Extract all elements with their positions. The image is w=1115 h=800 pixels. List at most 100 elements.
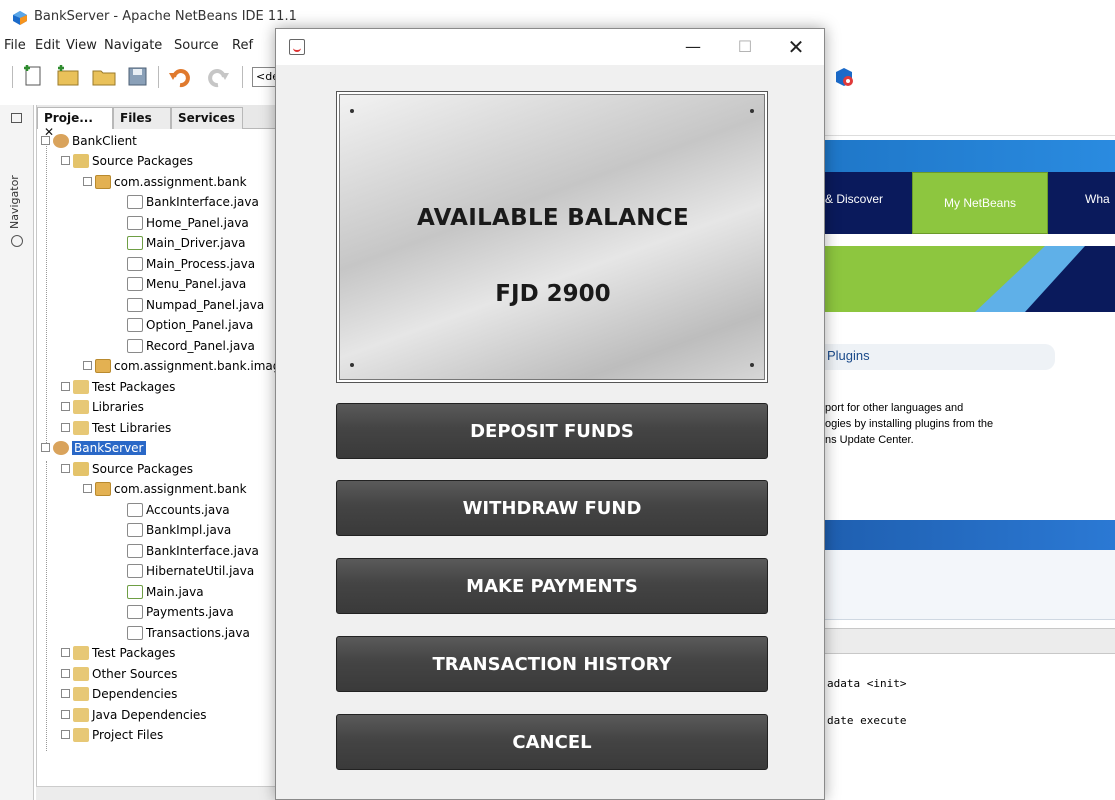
tree-node[interactable]: Home_Panel.java <box>127 213 249 233</box>
tree-node[interactable]: Main.java <box>127 582 204 602</box>
project-icon <box>53 133 69 148</box>
tree-node[interactable]: Other Sources <box>61 664 177 684</box>
make-payments-button[interactable]: MAKE PAYMENTS <box>336 558 768 614</box>
dialog-title-bar[interactable]: — ☐ ✕ <box>276 29 824 65</box>
menu-view[interactable]: View <box>66 38 97 53</box>
tree-node[interactable]: Project Files <box>61 725 163 745</box>
tree-node[interactable]: BankInterface.java <box>127 541 259 561</box>
tree-node[interactable]: Test Libraries <box>61 418 171 438</box>
output-line: date execute <box>827 714 907 727</box>
tree-node[interactable]: Accounts.java <box>127 500 230 520</box>
menu-bar: File Edit View Navigate Source Ref <box>0 34 280 58</box>
package-icon <box>95 481 111 496</box>
tab-files[interactable]: Files <box>113 107 171 129</box>
deposit-funds-button[interactable]: DEPOSIT FUNDS <box>336 403 768 459</box>
netbeans-logo-icon <box>13 11 27 25</box>
java-file-icon <box>127 338 143 353</box>
nav-learn-discover[interactable]: & Discover <box>825 192 911 206</box>
tree-node[interactable]: Libraries <box>61 397 144 417</box>
tree-node[interactable]: Main_Driver.java <box>127 233 245 253</box>
tree-node[interactable]: Dependencies <box>61 684 177 704</box>
menu-source[interactable]: Source <box>174 38 219 53</box>
folder-icon <box>73 645 89 660</box>
tree-node[interactable]: Source Packages <box>61 151 193 171</box>
tree-node[interactable]: Numpad_Panel.java <box>127 295 264 315</box>
maximize-button[interactable]: ☐ <box>722 29 768 65</box>
start-page: & Discover My NetBeans Wha Plugins port … <box>825 0 1115 800</box>
navigator-tab[interactable]: Navigator <box>8 175 21 229</box>
cancel-button[interactable]: CANCEL <box>336 714 768 770</box>
java-file-icon <box>127 297 143 312</box>
new-project-icon[interactable] <box>54 64 82 90</box>
java-file-icon <box>127 522 143 537</box>
balance-plate: AVAILABLE BALANCE FJD 2900 <box>339 94 765 380</box>
toolbar-area <box>825 100 1115 136</box>
nav-whats-new[interactable]: Wha <box>1085 192 1110 206</box>
transaction-history-button[interactable]: TRANSACTION HISTORY <box>336 636 768 692</box>
toolbar-separator <box>12 66 13 88</box>
menu-edit[interactable]: Edit <box>35 38 60 53</box>
tree-node[interactable]: BankClient <box>41 131 137 151</box>
tab-projects-label: Proje... <box>44 111 93 125</box>
source-packages-icon <box>73 461 89 476</box>
tree-node[interactable]: HibernateUtil.java <box>127 561 254 581</box>
tree-node[interactable]: com.assignment.bank.imag <box>83 356 280 376</box>
minimize-button[interactable]: — <box>670 29 716 65</box>
java-main-file-icon <box>127 584 143 599</box>
java-file-icon <box>127 194 143 209</box>
tree-node[interactable]: Menu_Panel.java <box>127 274 246 294</box>
panel-tab-bar: Proje... ✕ Files Services <box>37 105 281 139</box>
java-file-icon <box>127 563 143 578</box>
redo-icon[interactable] <box>204 64 232 90</box>
banner-graphic <box>825 246 1115 312</box>
tree-node[interactable]: Transactions.java <box>127 623 250 643</box>
tree-node[interactable]: Record_Panel.java <box>127 336 255 356</box>
java-file-icon <box>127 215 143 230</box>
tab-services[interactable]: Services <box>171 107 243 129</box>
toolbar-separator <box>242 66 243 88</box>
tree-node[interactable]: Java Dependencies <box>61 705 207 725</box>
java-file-icon <box>127 276 143 291</box>
tree-node[interactable]: BankImpl.java <box>127 520 231 540</box>
tree-node[interactable]: Test Packages <box>61 643 175 663</box>
withdraw-fund-button[interactable]: WITHDRAW FUND <box>336 480 768 536</box>
save-all-icon[interactable] <box>124 64 152 90</box>
blue-section-bar <box>825 520 1115 550</box>
library-icon <box>73 420 89 435</box>
package-icon <box>95 174 111 189</box>
projects-panel: Proje... ✕ Files Services BankClient Sou… <box>36 105 281 800</box>
menu-navigate[interactable]: Navigate <box>104 38 162 53</box>
tab-projects[interactable]: Proje... ✕ <box>37 107 113 139</box>
restore-window-icon[interactable] <box>11 113 22 123</box>
new-file-icon[interactable] <box>20 64 48 90</box>
open-project-icon[interactable] <box>90 64 118 90</box>
tree-node[interactable]: com.assignment.bank <box>83 479 247 499</box>
menu-refactor[interactable]: Ref <box>232 38 253 53</box>
tree-node[interactable]: BankInterface.java <box>127 192 259 212</box>
tree-node[interactable]: Test Packages <box>61 377 175 397</box>
tree-node[interactable]: Option_Panel.java <box>127 315 253 335</box>
tree-node[interactable]: Source Packages <box>61 459 193 479</box>
java-file-icon <box>127 317 143 332</box>
tree-node-selected[interactable]: BankServer <box>41 438 146 458</box>
compass-icon <box>11 235 23 247</box>
profiler-icon[interactable] <box>833 66 855 88</box>
tree-node[interactable]: Payments.java <box>127 602 234 622</box>
tree-guide-line <box>46 461 47 751</box>
start-page-header <box>825 140 1115 172</box>
tree-node[interactable]: com.assignment.bank <box>83 172 247 192</box>
java-cup-icon <box>289 39 305 55</box>
menu-file[interactable]: File <box>4 38 26 53</box>
horizontal-scrollbar[interactable] <box>36 786 280 800</box>
undo-icon[interactable] <box>166 64 194 90</box>
tree-node[interactable]: Main_Process.java <box>127 254 255 274</box>
close-button[interactable]: ✕ <box>773 29 819 65</box>
nav-my-netbeans[interactable]: My NetBeans <box>912 172 1048 234</box>
plugins-heading[interactable]: Plugins <box>827 348 870 363</box>
project-icon <box>53 440 69 455</box>
plugins-text-line: ogies by installing plugins from the <box>825 418 994 430</box>
library-icon <box>73 399 89 414</box>
java-file-icon <box>127 543 143 558</box>
rivet-icon <box>350 109 354 113</box>
tree-guide-line <box>46 141 47 451</box>
